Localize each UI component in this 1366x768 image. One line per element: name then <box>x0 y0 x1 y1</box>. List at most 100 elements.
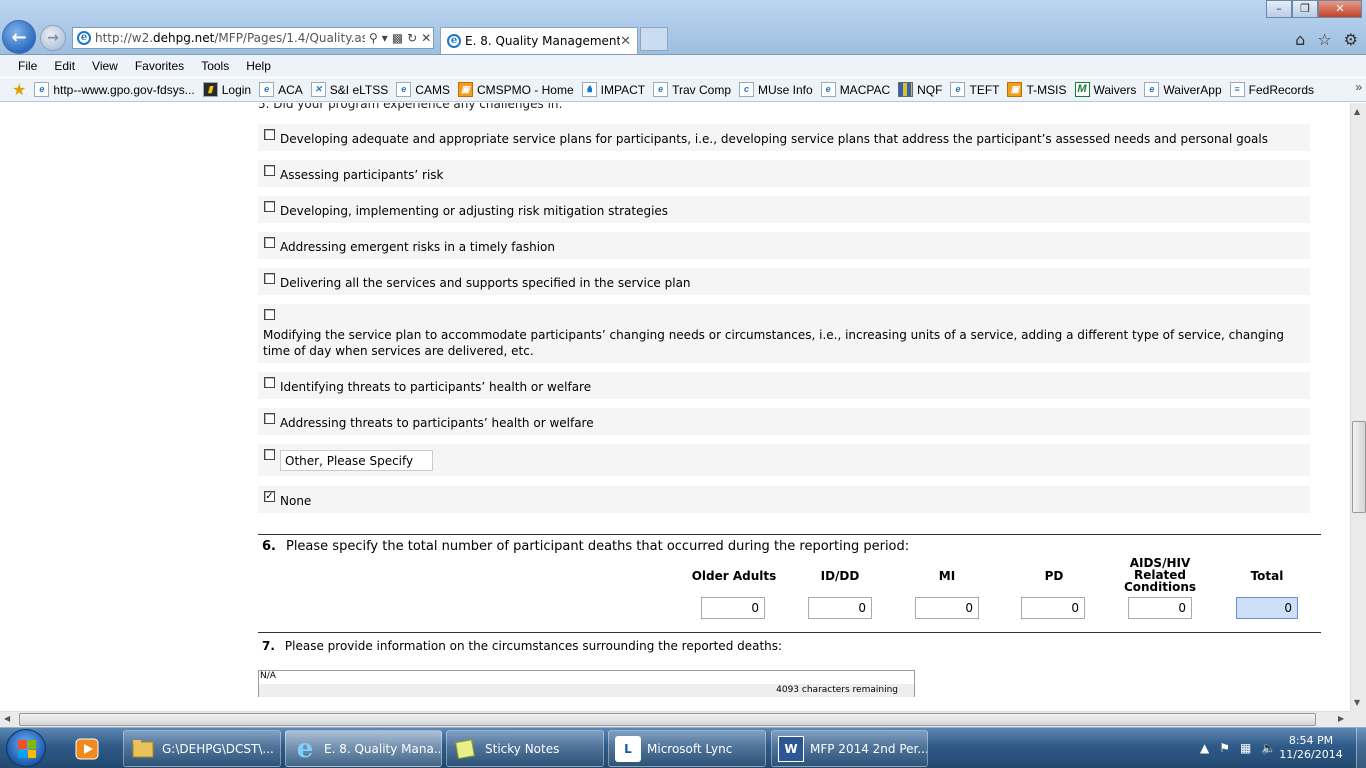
question-number: 6. <box>262 539 276 554</box>
page-icon: ≡ <box>1229 82 1245 97</box>
favorite-link[interactable]: e Trav Comp <box>653 82 731 97</box>
menu-help[interactable]: Help <box>246 59 271 73</box>
horizontal-scrollbar[interactable]: ◀ ▶ <box>0 711 1350 727</box>
action-center-icon[interactable]: ⚑ <box>1219 741 1230 755</box>
grid-icon <box>898 82 914 97</box>
ie-page-icon: e <box>77 31 91 45</box>
scroll-thumb[interactable] <box>1352 421 1366 513</box>
search-icon[interactable]: ⚲ <box>369 31 378 45</box>
favorite-link[interactable]: ▣ T-MSIS <box>1007 82 1067 97</box>
compatibility-icon[interactable]: ▩ <box>392 31 403 45</box>
media-player-icon[interactable] <box>70 732 104 765</box>
vertical-scrollbar[interactable]: ▲ ▼ <box>1350 103 1366 711</box>
circumstances-textarea[interactable]: N/A 4093 characters remaining <box>258 670 915 697</box>
other-specify-input[interactable] <box>280 450 433 471</box>
taskbar-item[interactable]: L Microsoft Lync <box>608 730 766 767</box>
q5-option: Modifying the service plan to accommodat… <box>258 304 1310 363</box>
scroll-down-icon[interactable]: ▼ <box>1354 698 1360 707</box>
clock[interactable]: 8:54 PM 11/26/2014 <box>1276 734 1346 762</box>
q5-checkbox[interactable] <box>264 129 275 140</box>
tools-gear-icon[interactable]: ⚙ <box>1344 30 1358 49</box>
q5-checkbox[interactable] <box>264 273 275 284</box>
favorite-link[interactable]: ✕ S&I eLTSS <box>310 82 388 97</box>
favorite-link[interactable]: e CAMS <box>396 82 450 97</box>
q5-checkbox[interactable]: ✓ <box>264 491 275 502</box>
address-bar[interactable]: e http://w2.dehpg.net/MFP/Pages/1.4/Qual… <box>72 27 434 49</box>
menu-edit[interactable]: Edit <box>54 59 75 73</box>
q5-checkbox[interactable] <box>264 377 275 388</box>
question-text: Please provide information on the circum… <box>284 639 783 653</box>
favorite-link[interactable]: NQF <box>898 82 942 97</box>
network-icon: ✕ <box>310 82 326 97</box>
favorites-bar: ★ e http--www.gpo.gov-fdsys... ▮ Login e AC… <box>0 78 1366 102</box>
q5-checkbox[interactable] <box>264 165 275 176</box>
id-dd-input[interactable]: 0 <box>808 597 872 619</box>
favorite-link[interactable]: ♞ IMPACT <box>581 82 645 97</box>
favorites-star-icon[interactable]: ★ <box>12 80 26 100</box>
refresh-icon[interactable]: ↻ <box>407 31 417 45</box>
favorite-link[interactable]: e http--www.gpo.gov-fdsys... <box>34 82 195 97</box>
favorites-star-icon[interactable]: ☆ <box>1317 30 1331 49</box>
windows-logo-icon <box>18 740 36 758</box>
menu-file[interactable]: File <box>18 59 37 73</box>
menu-view[interactable]: View <box>92 59 118 73</box>
network-icon[interactable]: ▦ <box>1240 741 1251 755</box>
older-adults-input[interactable]: 0 <box>701 597 765 619</box>
q5-checkbox[interactable] <box>264 309 275 320</box>
q5-option-label: None <box>280 494 312 508</box>
q5-checkbox[interactable] <box>264 413 275 424</box>
lync-icon: L <box>615 735 641 762</box>
favorite-link[interactable]: e WaiverApp <box>1144 82 1222 97</box>
menu-favorites[interactable]: Favorites <box>135 59 184 73</box>
menu-tools[interactable]: Tools <box>201 59 229 73</box>
back-button[interactable]: ← <box>2 20 36 54</box>
scroll-thumb[interactable] <box>19 713 1316 726</box>
tab-title: E. 8. Quality Management ... <box>465 34 621 48</box>
pd-input[interactable]: 0 <box>1021 597 1085 619</box>
restore-button[interactable]: ❐ <box>1292 0 1318 18</box>
q5-option-label: Developing adequate and appropriate serv… <box>280 132 1268 146</box>
taskbar-item[interactable]: G:\DEHPG\DCST\... <box>123 730 281 767</box>
mi-input[interactable]: 0 <box>915 597 979 619</box>
q5-option: Developing, implementing or adjusting ri… <box>258 196 1310 223</box>
show-desktop-button[interactable] <box>1356 728 1366 768</box>
q5-checkbox[interactable] <box>264 237 275 248</box>
favorite-link[interactable]: e TEFT <box>950 82 999 97</box>
new-tab-button[interactable] <box>640 27 668 51</box>
favorite-link[interactable]: e ACA <box>259 82 303 97</box>
close-tab-icon[interactable]: ✕ <box>620 34 631 49</box>
taskbar-item[interactable]: e E. 8. Quality Mana... <box>285 730 442 767</box>
favorite-link[interactable]: ▣ CMSPMO - Home <box>457 82 574 97</box>
taskbar-item[interactable]: W MFP 2014 2nd Per... <box>771 730 928 767</box>
show-hidden-icons-icon[interactable]: ▲ <box>1200 741 1209 755</box>
favorite-link[interactable]: ▮ Login <box>202 82 251 97</box>
total-input: 0 <box>1236 597 1298 619</box>
taskbar-item[interactable]: Sticky Notes <box>446 730 604 767</box>
start-button[interactable] <box>6 729 46 767</box>
favorite-link[interactable]: e MACPAC <box>820 82 890 97</box>
clock-date: 11/26/2014 <box>1279 748 1343 761</box>
chevron-right-icon[interactable]: » <box>1355 80 1362 94</box>
scroll-right-icon[interactable]: ▶ <box>1338 714 1344 723</box>
aids-hiv-input[interactable]: 0 <box>1128 597 1192 619</box>
stop-icon[interactable]: ✕ <box>421 31 431 45</box>
close-window-button[interactable]: ✕ <box>1318 0 1362 18</box>
minimize-button[interactable]: – <box>1266 0 1292 18</box>
home-icon[interactable]: ⌂ <box>1295 30 1305 49</box>
favorite-link[interactable]: M Waivers <box>1074 82 1136 97</box>
favorite-link[interactable]: ≡ FedRecords <box>1229 82 1314 97</box>
q5-checkbox[interactable] <box>264 201 275 212</box>
q5-checkbox[interactable] <box>264 449 275 460</box>
forward-button[interactable]: → <box>40 25 66 51</box>
question-7: 7. Please provide information on the circ… <box>262 639 782 653</box>
sharepoint-icon: ▣ <box>457 82 473 97</box>
tab-active[interactable]: e E. 8. Quality Management ... ✕ <box>440 27 638 54</box>
dropdown-icon[interactable]: ▾ <box>382 31 388 45</box>
scroll-up-icon[interactable]: ▲ <box>1354 107 1360 116</box>
volume-icon[interactable]: 🔈 <box>1261 741 1276 755</box>
film-icon: ▮ <box>202 82 218 97</box>
column-header: Total <box>1250 569 1284 583</box>
column-header: AIDS/HIV Related Conditions <box>1123 556 1197 594</box>
scroll-left-icon[interactable]: ◀ <box>4 714 10 723</box>
favorite-link[interactable]: c MUse Info <box>739 82 813 97</box>
